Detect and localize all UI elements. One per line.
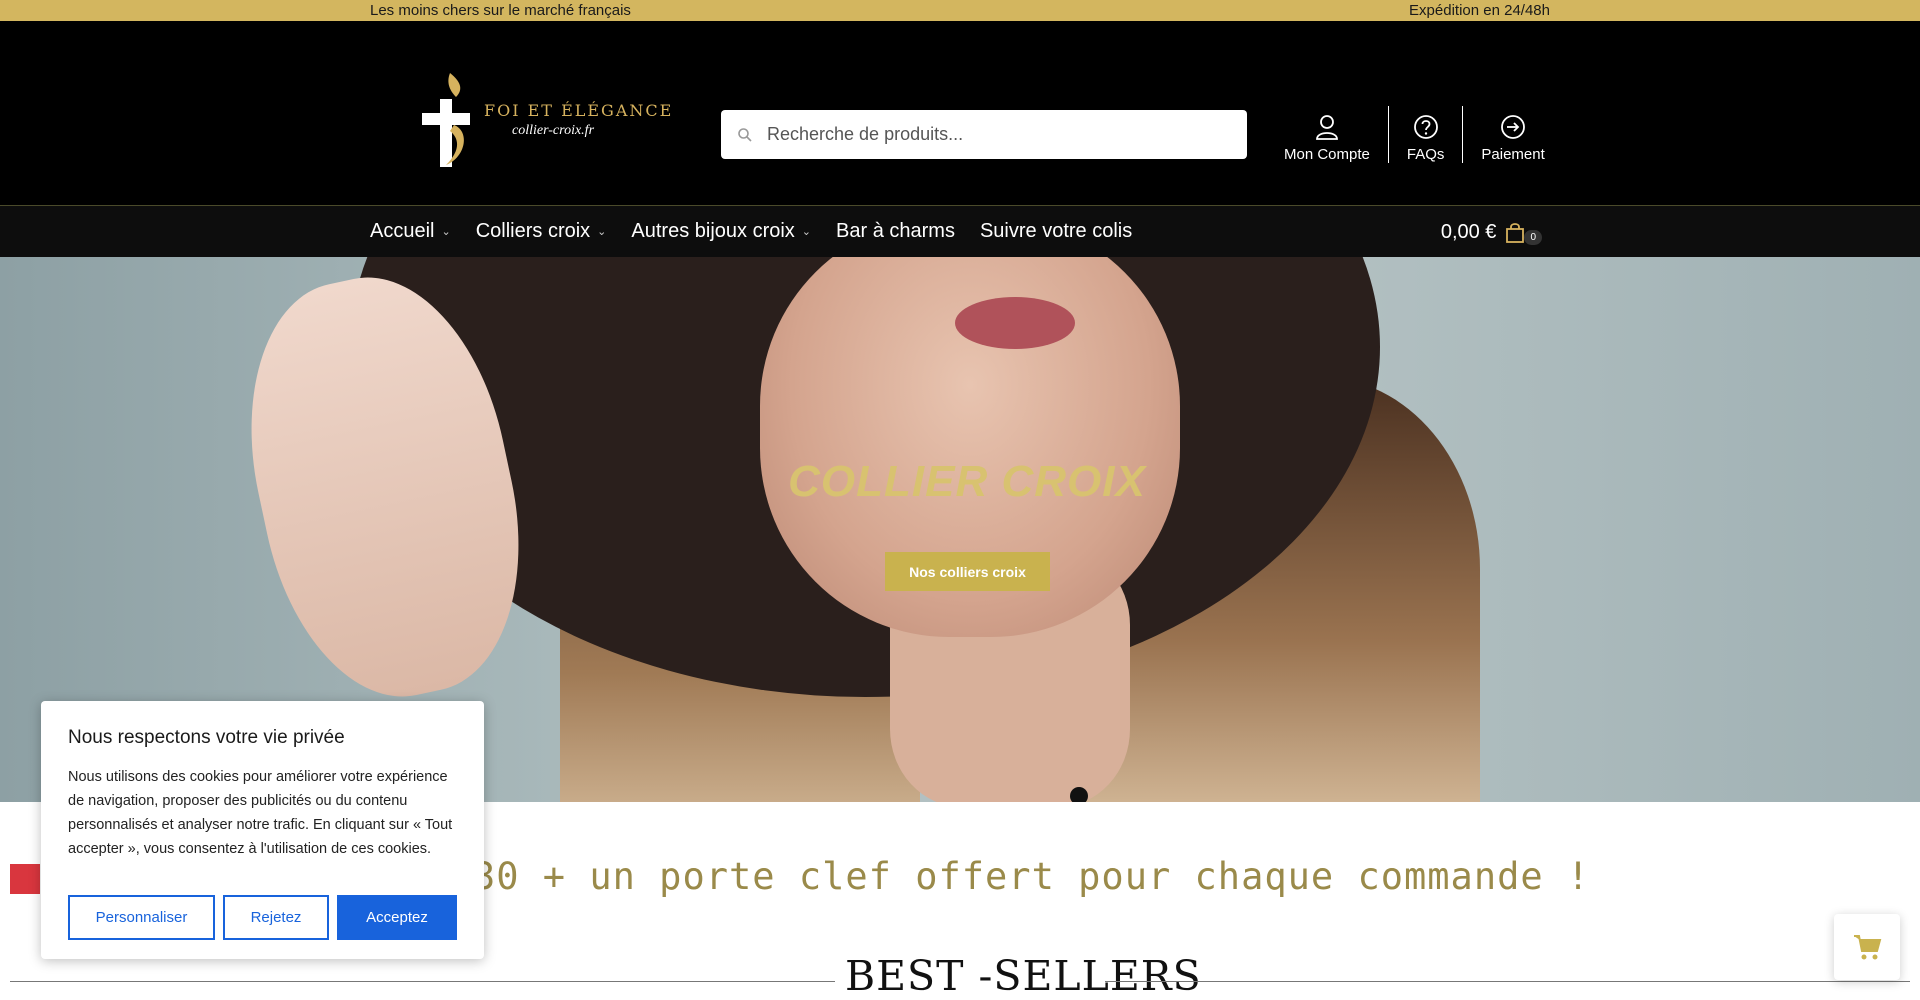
nav-label: Bar à charms xyxy=(836,220,955,242)
header-cart[interactable]: 0,00 € 0 xyxy=(1441,220,1542,245)
cart-total: 0,00 € xyxy=(1440,221,1497,243)
cookie-customize-button[interactable]: Personnaliser xyxy=(68,895,215,940)
nav-item-accueil[interactable]: Accueil ⌄ xyxy=(370,220,451,243)
hero-photo-lips xyxy=(955,297,1075,349)
cookie-title: Nous respectons votre vie privée xyxy=(68,727,345,748)
nav-item-suivre-colis[interactable]: Suivre votre colis xyxy=(980,220,1132,243)
hero-photo-pendant xyxy=(1070,787,1088,802)
faqs-link[interactable]: FAQs xyxy=(1387,106,1463,163)
heading-divider-right xyxy=(1105,981,1910,982)
nav-label: Colliers croix xyxy=(475,220,591,242)
heading-divider-left xyxy=(10,981,835,982)
cookie-reject-button[interactable]: Rejetez xyxy=(223,895,329,940)
announcement-right: Expédition en 24/48h xyxy=(1409,2,1550,19)
question-icon xyxy=(1413,115,1438,139)
chevron-down-icon: ⌄ xyxy=(441,226,451,238)
payment-label: Paiement xyxy=(1481,146,1545,163)
main-navigation: Accueil ⌄ Colliers croix ⌄ Autres bijoux c… xyxy=(0,205,1920,257)
nav-label: Accueil xyxy=(370,220,435,242)
site-logo[interactable]: FOI ET ÉLÉGANCE collier-croix.fr xyxy=(420,61,671,171)
announcement-left: Les moins chers sur le marché français xyxy=(370,2,631,19)
logo-brand-text: FOI ET ÉLÉGANCE xyxy=(484,101,674,120)
account-label: Mon Compte xyxy=(1284,146,1370,163)
cookie-body: Nous utilisons des cookies pour améliore… xyxy=(68,769,453,857)
cart-count-badge: 0 xyxy=(1524,230,1542,245)
nav-item-autres-bijoux[interactable]: Autres bijoux croix ⌄ xyxy=(631,220,811,243)
payment-link[interactable]: Paiement xyxy=(1462,106,1562,163)
product-search[interactable] xyxy=(721,110,1247,159)
cart-icon xyxy=(1854,935,1882,960)
hero-title: COLLIER CROIX xyxy=(788,457,1146,506)
nav-item-bar-a-charms[interactable]: Bar à charms xyxy=(836,220,955,243)
logo-subtitle: collier-croix.fr xyxy=(512,123,595,138)
account-link[interactable]: Mon Compte xyxy=(1266,106,1388,163)
announcement-bar: Les moins chers sur le marché français E… xyxy=(0,0,1920,21)
nav-label: Suivre votre colis xyxy=(979,220,1133,242)
chevron-down-icon: ⌄ xyxy=(597,226,607,238)
user-icon xyxy=(1316,115,1338,140)
shopping-bag-icon xyxy=(1506,222,1525,243)
arrow-circle-icon xyxy=(1501,115,1525,139)
search-input[interactable] xyxy=(765,123,1247,146)
hero-cta-button[interactable]: Nos colliers croix xyxy=(885,552,1050,591)
chevron-down-icon: ⌄ xyxy=(801,226,812,238)
cookie-consent-banner: Nous respectons votre vie privée Nous ut… xyxy=(41,701,484,959)
cross-dove-logo-icon xyxy=(422,73,470,167)
search-icon xyxy=(738,127,752,142)
nav-item-colliers-croix[interactable]: Colliers croix ⌄ xyxy=(476,220,607,243)
site-header: FOI ET ÉLÉGANCE collier-croix.fr Mon Com… xyxy=(0,21,1920,205)
cookie-accept-button[interactable]: Acceptez xyxy=(337,895,457,940)
nav-label: Autres bijoux croix xyxy=(631,220,795,242)
faqs-label: FAQs xyxy=(1406,146,1445,163)
floating-cart-button[interactable] xyxy=(1834,914,1900,980)
siren-emoji-icon xyxy=(10,863,40,894)
header-actions: Mon Compte FAQs Paiement xyxy=(1266,106,1563,163)
